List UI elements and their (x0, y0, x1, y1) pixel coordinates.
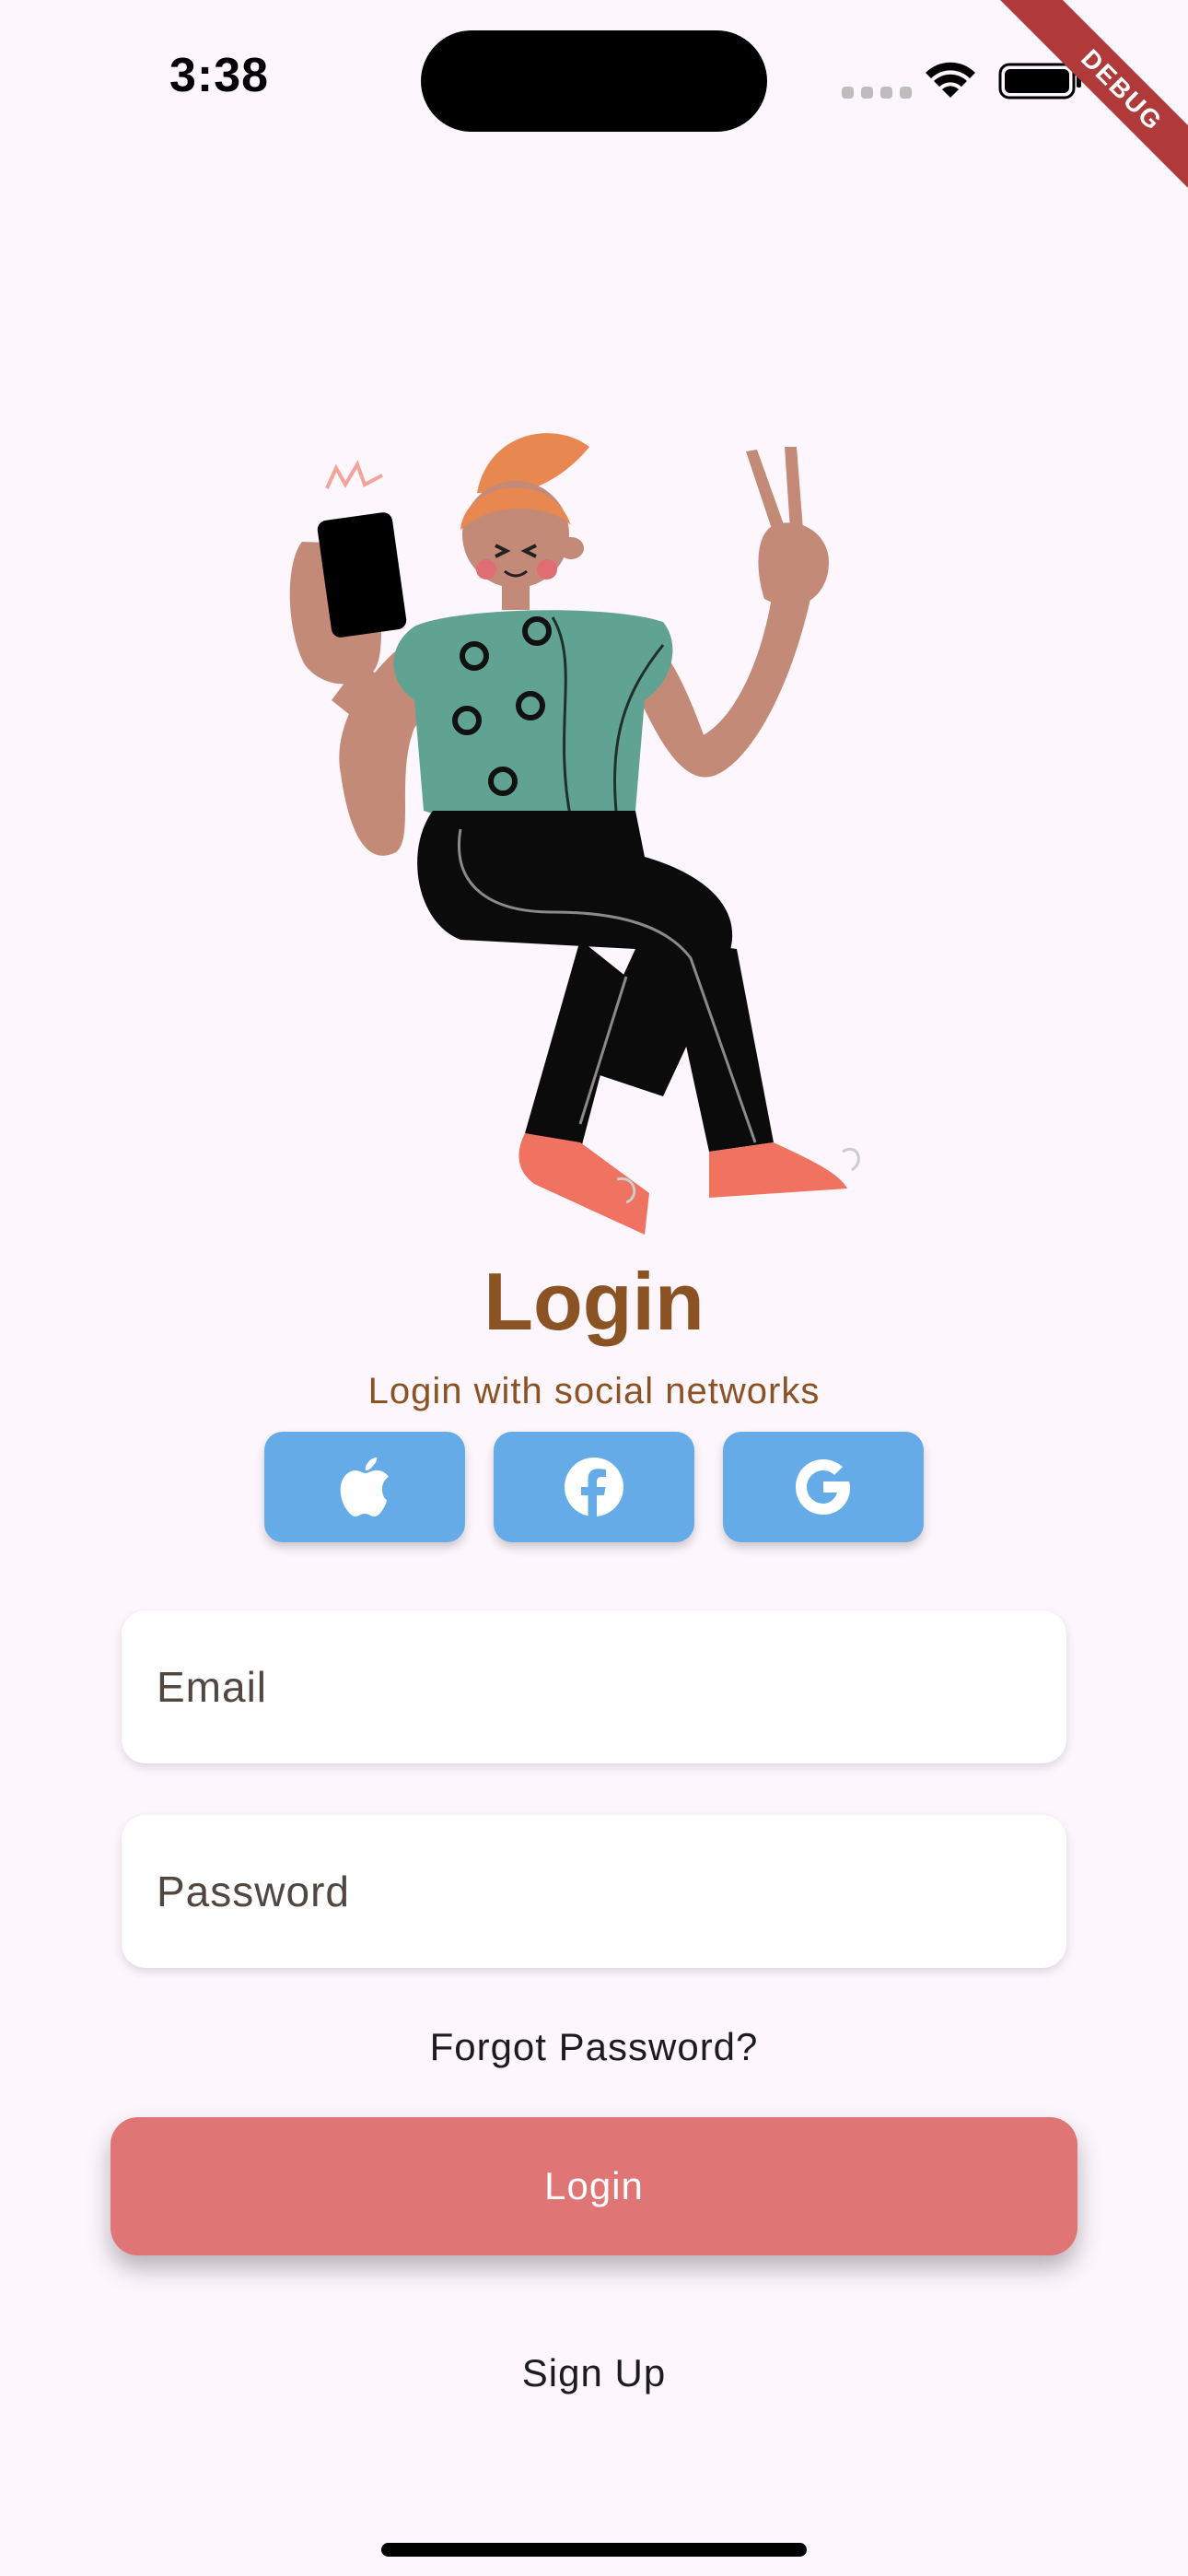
apple-icon (340, 1458, 389, 1516)
sign-up-link[interactable]: Sign Up (0, 2351, 1188, 2395)
facebook-login-button[interactable] (494, 1432, 694, 1542)
dynamic-island (421, 30, 767, 132)
email-field[interactable] (122, 1610, 1066, 1763)
password-field[interactable] (122, 1815, 1066, 1968)
login-button[interactable]: Login (111, 2117, 1077, 2255)
google-icon (796, 1459, 850, 1515)
google-login-button[interactable] (723, 1432, 924, 1542)
page-title: Login (483, 1256, 705, 1347)
home-indicator (381, 2543, 807, 2557)
page-subtitle: Login with social networks (367, 1371, 821, 1411)
forgot-password-link[interactable]: Forgot Password? (0, 2025, 1188, 2069)
social-login-row (264, 1432, 924, 1542)
debug-banner: DEBUG (975, 0, 1188, 237)
wifi-icon (926, 62, 975, 98)
cellular-signal-icon (842, 87, 912, 99)
hero-illustration (289, 433, 860, 1235)
facebook-icon (565, 1458, 623, 1517)
apple-login-button[interactable] (264, 1432, 465, 1542)
status-time: 3:38 (169, 49, 270, 102)
